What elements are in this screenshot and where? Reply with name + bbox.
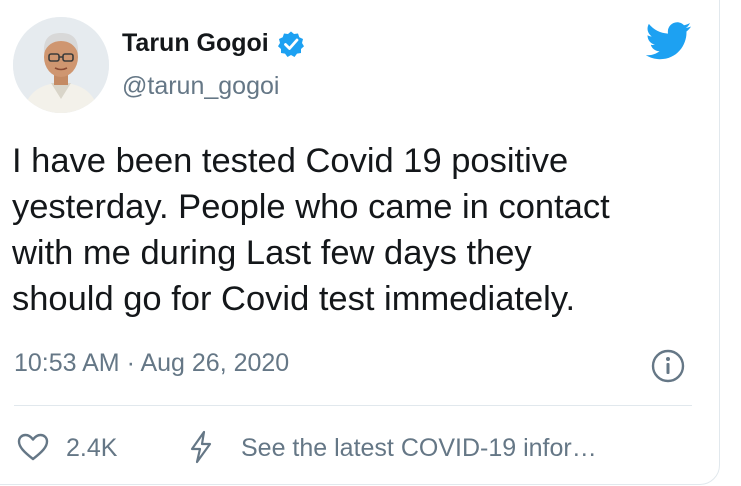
- verified-badge-icon: [277, 31, 304, 57]
- tweet-text-line: yesterday. People who came in contact: [12, 188, 610, 226]
- author-handle[interactable]: @tarun_gogoi: [122, 72, 279, 101]
- tweet-text-line: I have been tested Covid 19 positive: [12, 142, 569, 180]
- twitter-bird-icon[interactable]: [646, 22, 692, 60]
- tweet-card: Tarun Gogoi @tarun_gogoi I have been tes…: [0, 0, 741, 486]
- divider: [14, 405, 692, 406]
- tweet-text: I have been tested Covid 19 positive yes…: [12, 138, 712, 322]
- tweet-timestamp[interactable]: 10:53 AM · Aug 26, 2020: [14, 349, 289, 378]
- author-name[interactable]: Tarun Gogoi: [122, 29, 305, 58]
- author-name-text: Tarun Gogoi: [122, 29, 269, 57]
- like-count[interactable]: 2.4K: [66, 434, 117, 463]
- heart-icon[interactable]: [16, 432, 50, 462]
- covid-info-link[interactable]: See the latest COVID-19 infor…: [241, 434, 597, 463]
- author-avatar[interactable]: [13, 17, 109, 113]
- avatar-image: [13, 17, 109, 113]
- tweet-text-line: with me during Last few days they: [12, 234, 532, 272]
- tweet-text-line: should go for Covid test immediately.: [12, 280, 576, 318]
- lightning-bolt-icon: [190, 430, 212, 464]
- info-icon[interactable]: [650, 348, 686, 384]
